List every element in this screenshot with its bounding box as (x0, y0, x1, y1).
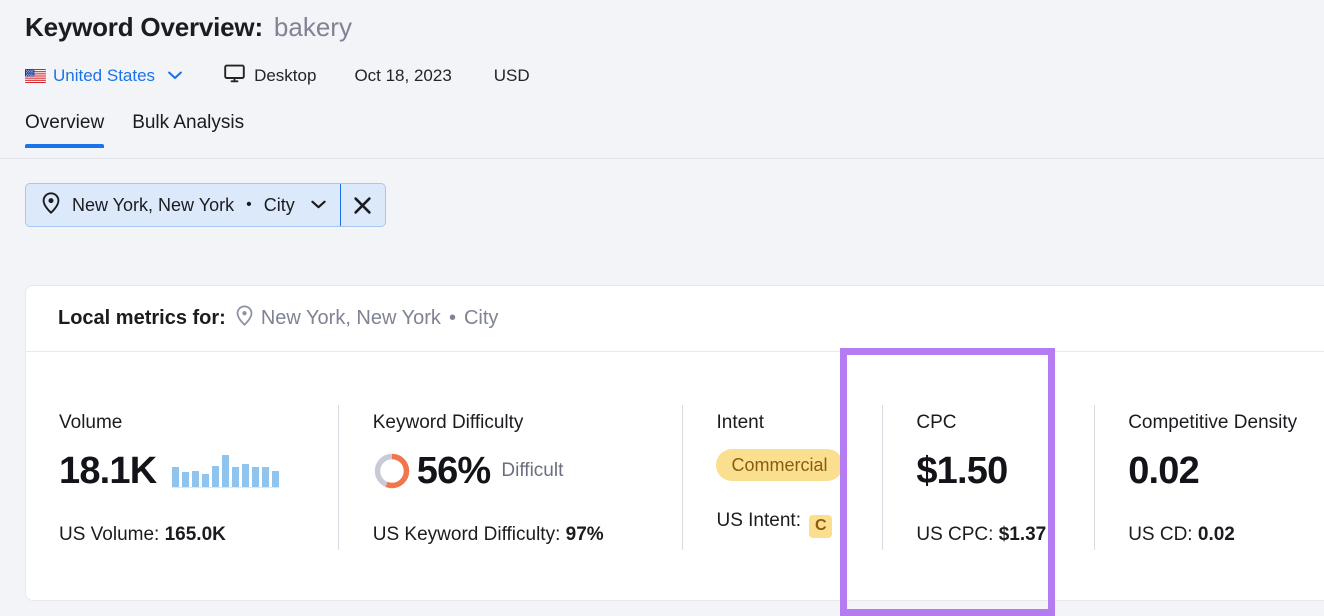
location-pin-icon (236, 305, 253, 332)
metric-kd-value: 56% (416, 450, 491, 492)
location-filter-row: New York, New York • City (0, 159, 1324, 227)
metric-volume-sub-value: 165.0K (164, 524, 226, 545)
metric-cpc-sub-label: US CPC: (916, 524, 994, 545)
sparkline-bar (232, 467, 240, 487)
location-pin-icon (42, 191, 60, 219)
metric-cpc-label: CPC (916, 412, 957, 433)
tab-bulk-analysis[interactable]: Bulk Analysis (132, 112, 244, 148)
location-chip[interactable]: New York, New York • City (25, 183, 386, 227)
metric-kd-sub-label: US Keyword Difficulty: (372, 524, 561, 545)
sparkline-bar (252, 467, 260, 487)
local-metrics-header: Local metrics for: New York, New York • … (26, 286, 1324, 352)
local-metrics-location-separator: • (448, 307, 456, 329)
desktop-monitor-icon (224, 64, 245, 89)
keyword-overview-page: Keyword Overview: bakery United States D… (0, 0, 1324, 616)
chevron-down-icon (168, 67, 182, 85)
remove-location-button[interactable] (341, 184, 385, 226)
metric-volume-sub: US Volume: 165.0K (59, 524, 338, 546)
metric-kd-label: Keyword Difficulty (372, 412, 524, 433)
metric-cd-sub-value: 0.02 (1197, 524, 1235, 545)
local-metrics-location-type: City (463, 307, 499, 329)
metric-cd-value: 0.02 (1128, 450, 1200, 492)
header-meta-row: United States Desktop Oct 18, 2023 USD (25, 63, 1324, 89)
page-title-keyword: bakery (273, 12, 352, 42)
device-label: Desktop (254, 66, 317, 85)
sparkline-bar (222, 455, 230, 487)
location-chip-name: New York, New York (72, 194, 235, 215)
page-title-prefix: Keyword Overview: (25, 12, 263, 42)
us-flag-icon (25, 69, 46, 83)
metric-keyword-difficulty: Keyword Difficulty 56% Difficult US Keyw… (337, 352, 683, 601)
metric-kd-sub-value: 97% (565, 524, 604, 545)
metric-volume-value: 18.1K (59, 450, 157, 492)
metric-volume-sub-label: US Volume: (59, 524, 160, 545)
page-title: Keyword Overview: bakery (25, 12, 1324, 52)
sparkline-bar (192, 471, 200, 487)
sparkline-bar (212, 466, 220, 487)
device-indicator: Desktop (224, 64, 316, 89)
data-date: Oct 18, 2023 (354, 66, 452, 85)
metric-intent-sub-label: US Intent: (716, 510, 801, 531)
currency-label: USD (493, 66, 530, 85)
country-label: United States (53, 66, 156, 85)
metric-cpc: CPC $1.50 US CPC: $1.37 (882, 352, 1094, 601)
tab-overview[interactable]: Overview (25, 112, 105, 148)
country-selector[interactable]: United States (25, 66, 182, 86)
local-metrics-location: New York, New York • City (236, 305, 499, 332)
sparkline-bar (202, 474, 210, 487)
metric-volume-value-row: 18.1K (59, 448, 338, 494)
sparkline-bar (172, 467, 180, 487)
metric-intent: Intent Commercial US Intent: C (682, 352, 882, 601)
metric-cpc-sub: US CPC: $1.37 (916, 524, 1094, 546)
metric-competitive-density: Competitive Density 0.02 US CD: 0.02 (1094, 352, 1324, 601)
metric-cd-sub: US CD: 0.02 (1128, 524, 1324, 546)
local-metrics-label: Local metrics for: (58, 307, 226, 329)
volume-sparkline-chart (172, 454, 280, 488)
metric-cpc-value: $1.50 (916, 450, 1008, 492)
metric-volume-label: Volume (59, 412, 123, 433)
local-metrics-card: Local metrics for: New York, New York • … (25, 285, 1324, 601)
metric-cd-label: Competitive Density (1128, 412, 1298, 433)
location-chip-separator: • (246, 196, 252, 213)
metrics-row: Volume 18.1K US Volume: 165.0K Keyword D… (26, 352, 1324, 601)
sparkline-bar (272, 471, 280, 487)
intent-badge[interactable]: Commercial (716, 449, 843, 481)
sparkline-bar (182, 472, 190, 487)
metric-cd-sub-label: US CD: (1128, 524, 1193, 545)
local-metrics-location-name: New York, New York (260, 307, 441, 329)
chevron-down-icon (311, 196, 326, 214)
metric-intent-label: Intent (716, 412, 765, 433)
metric-intent-sub: US Intent: C (716, 510, 882, 538)
sparkline-bar (242, 464, 250, 487)
metric-cd-value-row: 0.02 (1128, 448, 1324, 494)
location-chip-main[interactable]: New York, New York • City (26, 184, 340, 226)
metric-kd-suffix: Difficult (501, 460, 564, 481)
metric-kd-value-row: 56% Difficult (373, 448, 683, 494)
metric-cpc-sub-value: $1.37 (998, 524, 1047, 545)
us-intent-badge: C (809, 514, 833, 538)
page-header: Keyword Overview: bakery United States D… (0, 0, 1324, 89)
metric-kd-sub: US Keyword Difficulty: 97% (373, 524, 683, 546)
metric-cpc-value-row: $1.50 (916, 448, 1094, 494)
sparkline-bar (262, 467, 270, 487)
location-chip-type: City (263, 194, 295, 215)
metric-volume: Volume 18.1K US Volume: 165.0K (26, 352, 338, 601)
difficulty-donut-icon (373, 452, 411, 490)
tab-bar: Overview Bulk Analysis (0, 112, 1324, 159)
